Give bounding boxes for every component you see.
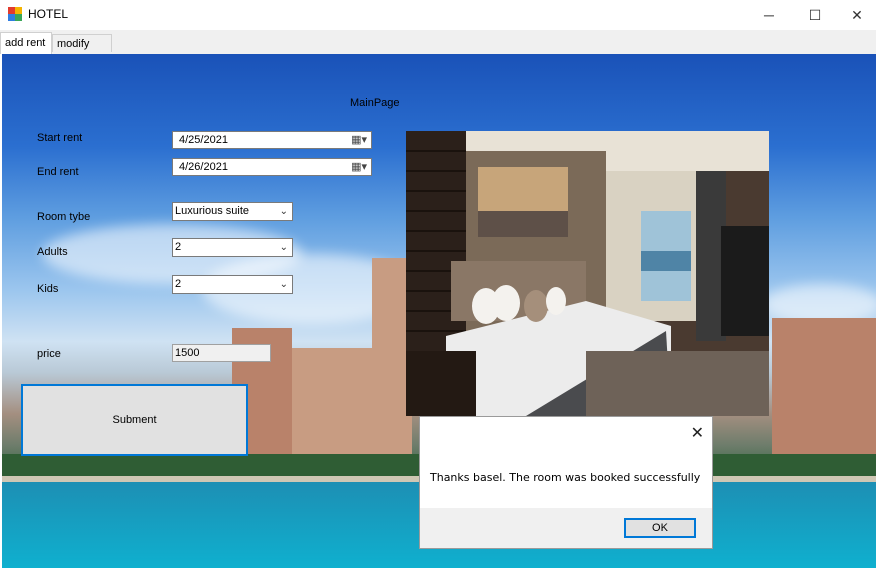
adults-label: Adults	[37, 246, 68, 258]
dialog-message: Thanks basel. The room was booked succes…	[430, 471, 701, 484]
window-title: HOTEL	[28, 7, 69, 21]
start-rent-label: Start rent	[37, 132, 83, 144]
dialog-footer: OK	[420, 508, 712, 548]
kids-select[interactable]: 2 ⌄	[172, 275, 293, 294]
close-icon[interactable]: ✕	[691, 423, 704, 443]
minimize-button[interactable]: ─	[746, 0, 792, 30]
end-rent-label: End rent	[37, 166, 79, 178]
chevron-down-icon[interactable]: ⌄	[280, 203, 288, 220]
close-button[interactable]: ✕	[834, 0, 876, 30]
submit-button[interactable]: Subment	[21, 384, 248, 456]
calendar-icon[interactable]: ▦▾	[351, 161, 367, 173]
app-icon	[8, 7, 22, 21]
ok-button[interactable]: OK	[624, 518, 696, 538]
tab-modify-rent[interactable]: modify rent	[52, 34, 112, 68]
kids-label: Kids	[37, 283, 59, 295]
tab-add-rent[interactable]: add rent	[0, 32, 52, 54]
chevron-down-icon[interactable]: ⌄	[280, 239, 288, 256]
page-heading: MainPage	[350, 97, 400, 109]
adults-value: 2	[175, 241, 182, 253]
success-dialog: ✕ Thanks basel. The room was booked succ…	[419, 416, 713, 549]
room-type-value: Luxurious suite	[175, 205, 249, 217]
kids-value: 2	[175, 278, 182, 290]
room-type-label: Room tybe	[37, 211, 91, 223]
price-label: price	[37, 348, 61, 360]
price-field[interactable]: 1500	[172, 344, 271, 362]
room-type-select[interactable]: Luxurious suite ⌄	[172, 202, 293, 221]
maximize-button[interactable]: ☐	[792, 0, 838, 30]
adults-select[interactable]: 2 ⌄	[172, 238, 293, 257]
end-rent-value: 4/26/2021	[179, 161, 228, 173]
start-rent-picker[interactable]: 4/25/2021 ▦▾	[172, 131, 372, 149]
tab-strip: add rent modify rent	[0, 30, 876, 68]
title-bar: HOTEL ─ ☐ ✕	[0, 0, 876, 30]
end-rent-picker[interactable]: 4/26/2021 ▦▾	[172, 158, 372, 176]
calendar-icon[interactable]: ▦▾	[351, 134, 367, 146]
chevron-down-icon[interactable]: ⌄	[280, 276, 288, 293]
start-rent-value: 4/25/2021	[179, 134, 228, 146]
room-photo	[406, 131, 769, 416]
